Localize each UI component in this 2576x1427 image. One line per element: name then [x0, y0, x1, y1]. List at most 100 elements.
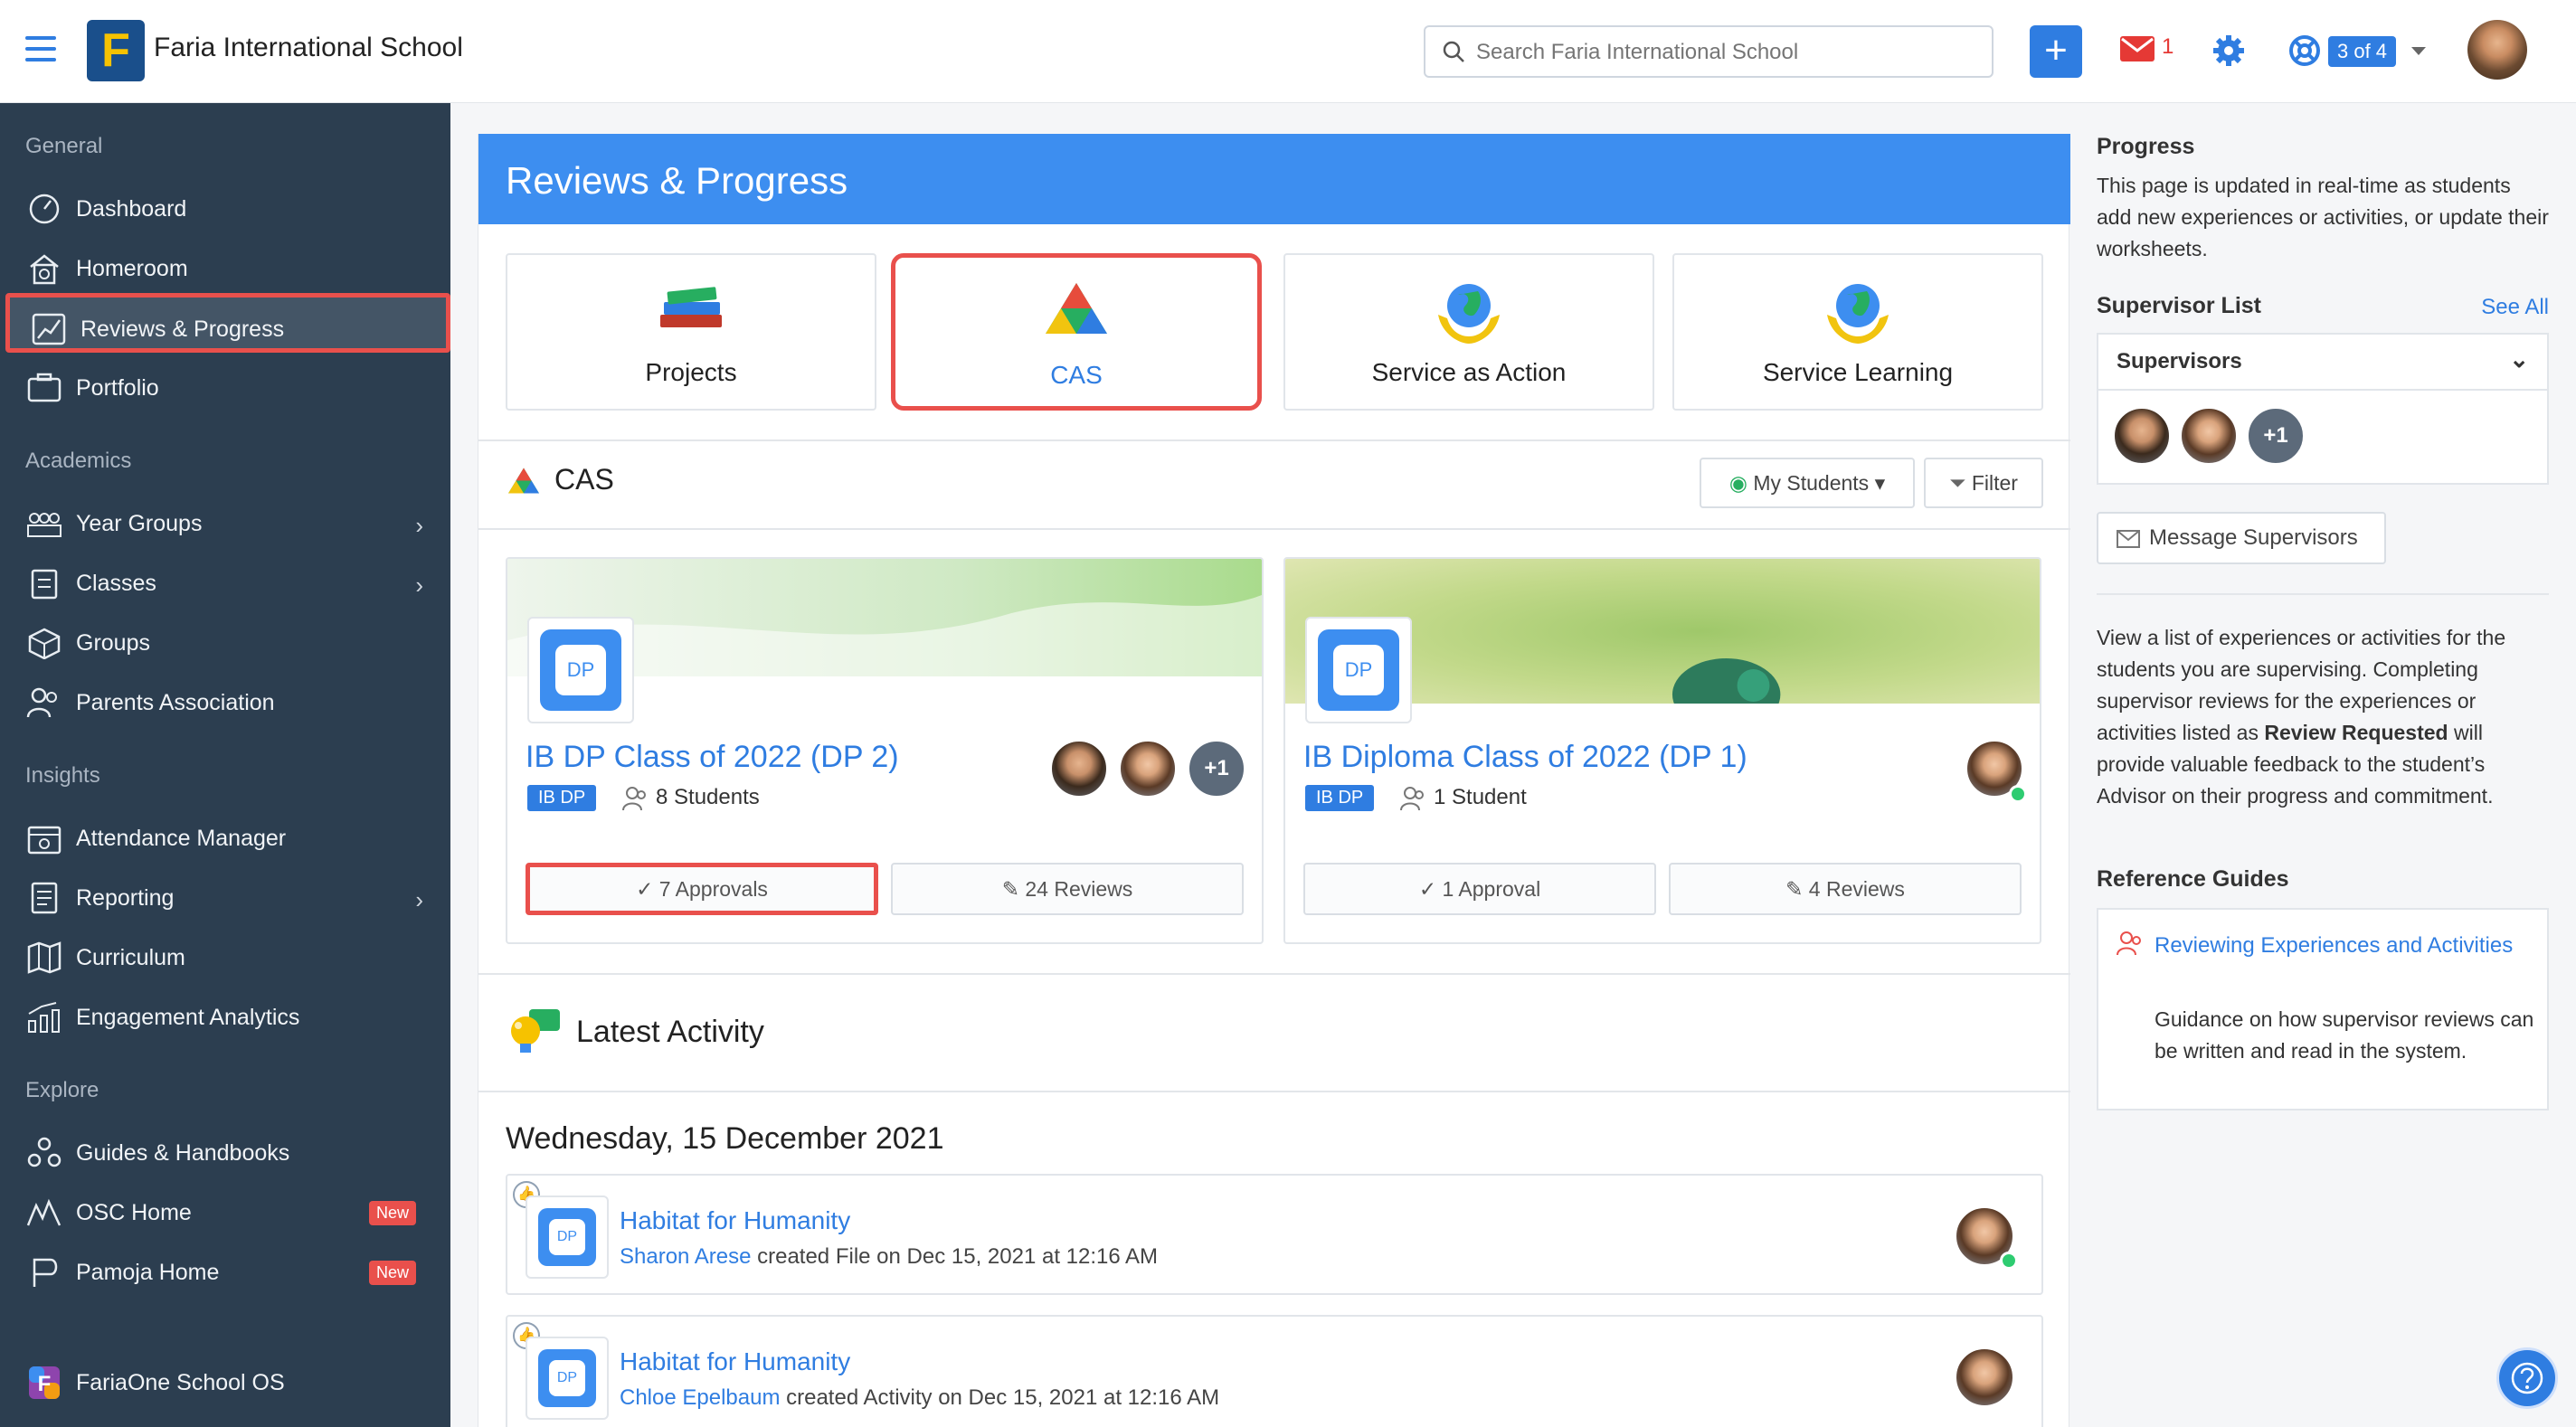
add-button[interactable]: + — [2030, 25, 2082, 78]
reference-guide-link[interactable]: Reviewing Experiences and Activities — [2155, 930, 2516, 961]
mail-count[interactable]: 1 — [2162, 34, 2174, 60]
chevron-down-icon[interactable] — [2411, 47, 2426, 55]
sidebar-item-curriculum[interactable]: Curriculum — [0, 926, 450, 986]
activity-author[interactable]: Chloe Epelbaum — [620, 1385, 780, 1410]
tile-service-learning[interactable]: Service Learning — [1672, 253, 2043, 411]
svg-text:F: F — [38, 1372, 52, 1396]
dp-label: DP — [549, 1219, 585, 1255]
approvals-button[interactable]: ✓ 7 Approvals — [526, 863, 878, 915]
account-switcher[interactable]: 3 of 4 — [2328, 36, 2397, 67]
supervisor-list-heading: Supervisor List — [2097, 293, 2261, 318]
divider — [478, 1091, 2070, 1092]
page-title: Reviews & Progress — [478, 134, 2070, 224]
sidebar-item-portfolio[interactable]: Portfolio — [0, 356, 450, 416]
guide-people-icon — [2117, 931, 2141, 956]
supervisors-toggle[interactable]: Supervisors ⌄ — [2098, 335, 2547, 391]
mail-icon[interactable] — [2120, 36, 2155, 61]
sidebar-item-label: Portfolio — [76, 375, 159, 401]
sidebar-item-label: Groups — [76, 630, 150, 656]
sidebar-item-groups[interactable]: Groups — [0, 611, 450, 671]
dp-logo: DP — [1305, 617, 1412, 723]
tile-label: Service as Action — [1371, 358, 1567, 386]
sidebar-item-reviews-progress[interactable]: Reviews & Progress — [5, 293, 450, 353]
divider — [478, 973, 2070, 975]
eye-icon: ◉ — [1728, 471, 1754, 495]
more-students-badge[interactable]: +1 — [1188, 740, 1245, 798]
sidebar-item-attendance-manager[interactable]: Attendance Manager — [0, 807, 450, 866]
sidebar-item-label: Dashboard — [76, 196, 187, 222]
more-supervisors-badge[interactable]: +1 — [2247, 407, 2305, 465]
author-avatar[interactable] — [1955, 1347, 2014, 1407]
user-avatar[interactable] — [2467, 20, 2527, 80]
sidebar-item-pamoja-home[interactable]: Pamoja Home New — [0, 1241, 450, 1300]
sidebar-item-label: Parents Association — [76, 690, 275, 715]
tile-projects[interactable]: Projects — [506, 253, 876, 411]
activity-description: created Activity on Dec 15, 2021 at 12:1… — [780, 1385, 1220, 1410]
tile-label: CAS — [1050, 361, 1103, 389]
help-button[interactable] — [2496, 1347, 2558, 1409]
gear-icon[interactable] — [2212, 34, 2245, 67]
reviews-button[interactable]: ✎ 24 Reviews — [891, 863, 1244, 915]
tile-cas[interactable]: CAS — [891, 253, 1262, 411]
sidebar-section-academics: Academics — [25, 449, 132, 473]
sidebar-item-year-groups[interactable]: Year Groups › — [0, 492, 450, 552]
sidebar-item-label: Homeroom — [76, 256, 188, 281]
search-icon — [1443, 41, 1464, 62]
message-supervisors-button[interactable]: Message Supervisors — [2097, 512, 2386, 564]
sidebar-item-parents-association[interactable]: Parents Association — [0, 671, 450, 731]
class-card-dp2[interactable]: DP IB DP Class of 2022 (DP 2) IB DP 8 St… — [506, 557, 1264, 944]
program-tag: IB DP — [1305, 785, 1375, 811]
see-all-link[interactable]: See All — [2481, 295, 2549, 320]
activity-title[interactable]: Habitat for Humanity — [620, 1206, 850, 1235]
my-students-dropdown[interactable]: ◉ My Students ▾ — [1700, 458, 1915, 508]
class-card-dp1[interactable]: DP IB Diploma Class of 2022 (DP 1) IB DP… — [1283, 557, 2041, 944]
reviews-label: 4 Reviews — [1808, 877, 1905, 901]
chevron-down-icon: ▾ — [1874, 471, 1886, 495]
search-box[interactable] — [1424, 25, 1994, 78]
sidebar-item-classes[interactable]: Classes › — [0, 552, 450, 611]
menu-icon[interactable] — [25, 36, 56, 61]
lifebuoy-icon[interactable] — [2288, 34, 2321, 67]
student-avatar[interactable] — [1050, 740, 1108, 798]
activity-meta: Chloe Epelbaum created Activity on Dec 1… — [620, 1385, 1219, 1411]
tile-service-as-action[interactable]: Service as Action — [1283, 253, 1654, 411]
osc-icon — [26, 1198, 62, 1226]
activity-item[interactable]: 👍 DP Habitat for Humanity Sharon Arese c… — [506, 1174, 2043, 1295]
sidebar-item-fariaone[interactable]: F FariaOne School OS — [0, 1351, 450, 1411]
student-avatar[interactable] — [1119, 740, 1177, 798]
homeroom-icon — [30, 254, 59, 285]
chart-icon — [32, 313, 66, 345]
sidebar-item-label: Pamoja Home — [76, 1260, 220, 1285]
reference-guide-description: Guidance on how supervisor reviews can b… — [2155, 1007, 2534, 1063]
reference-guide-card[interactable]: Reviewing Experiences and Activities Gui… — [2097, 908, 2549, 1110]
school-logo[interactable]: F — [87, 20, 145, 81]
attendance-icon — [27, 826, 62, 855]
supervisors-label: Supervisors — [2117, 349, 2242, 373]
sidebar-item-homeroom[interactable]: Homeroom — [0, 237, 450, 297]
sidebar-item-reporting[interactable]: Reporting › — [0, 866, 450, 926]
class-title[interactable]: IB Diploma Class of 2022 (DP 1) — [1303, 740, 1747, 775]
reviews-button[interactable]: ✎ 4 Reviews — [1669, 863, 2022, 915]
guides-icon — [27, 1137, 62, 1167]
supervisor-avatar[interactable] — [2113, 407, 2171, 465]
activity-author[interactable]: Sharon Arese — [620, 1244, 751, 1269]
sidebar-item-label: Reporting — [76, 885, 175, 911]
latest-activity-title: Latest Activity — [576, 1015, 764, 1049]
supervisor-avatar[interactable] — [2180, 407, 2238, 465]
approvals-button[interactable]: ✓ 1 Approval — [1303, 863, 1656, 915]
school-name[interactable]: Faria International School — [154, 33, 463, 63]
sidebar-item-guides-handbooks[interactable]: Guides & Handbooks — [0, 1121, 450, 1181]
sidebar-item-dashboard[interactable]: Dashboard — [0, 177, 450, 237]
class-title[interactable]: IB DP Class of 2022 (DP 2) — [526, 740, 899, 775]
check-icon: ✓ — [636, 877, 659, 901]
activity-title[interactable]: Habitat for Humanity — [620, 1347, 850, 1376]
filter-icon: ⏷ — [1949, 471, 1972, 495]
activity-item[interactable]: 👍 DP Habitat for Humanity Chloe Epelbaum… — [506, 1315, 2043, 1427]
sidebar-item-engagement-analytics[interactable]: Engagement Analytics — [0, 986, 450, 1045]
filter-button[interactable]: ⏷ Filter — [1924, 458, 2043, 508]
sidebar-item-label: Engagement Analytics — [76, 1005, 300, 1030]
search-input[interactable] — [1476, 36, 1974, 69]
top-bar: F Faria International School + 1 3 of 4 — [0, 0, 2576, 103]
activity-description: created File on Dec 15, 2021 at 12:16 AM — [751, 1244, 1159, 1269]
sidebar-item-osc-home[interactable]: OSC Home New — [0, 1181, 450, 1241]
